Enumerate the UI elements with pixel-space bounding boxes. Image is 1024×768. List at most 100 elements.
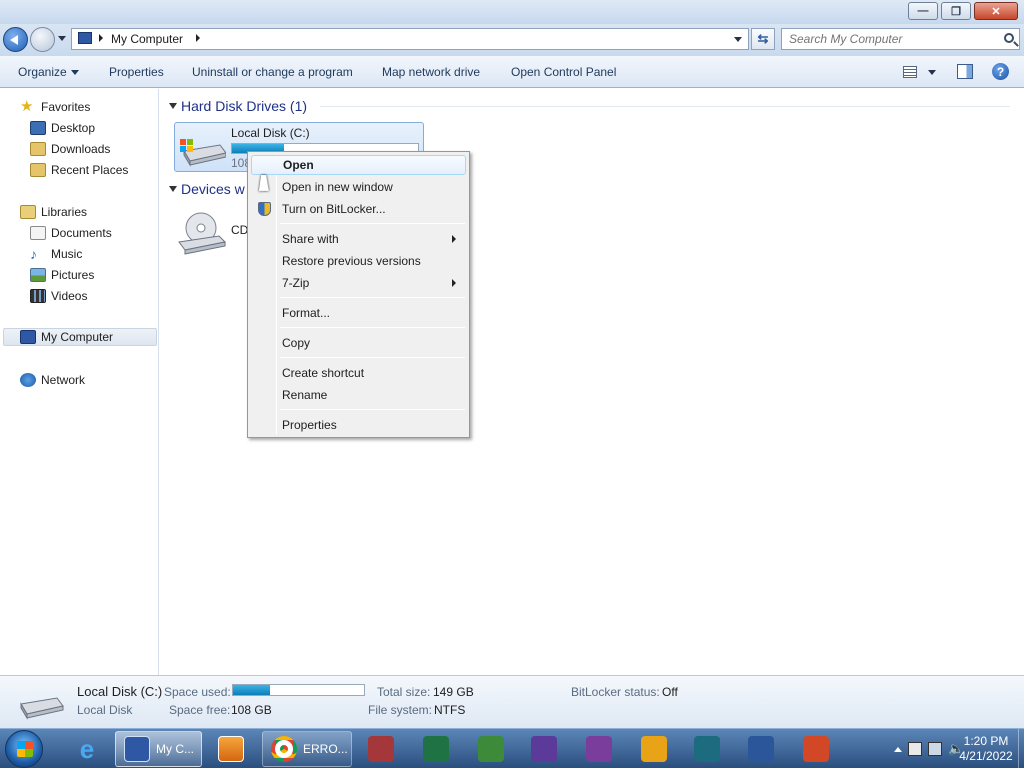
- sidebar-item-videos[interactable]: Videos: [30, 287, 87, 305]
- sidebar-item-my-computer[interactable]: My Computer: [3, 328, 157, 346]
- details-subtitle: Local Disk: [77, 703, 133, 717]
- word-icon: [748, 736, 774, 762]
- sidebar-item-network[interactable]: Network: [20, 371, 85, 389]
- show-desktop-button[interactable]: [1018, 729, 1024, 768]
- menu-item-restore-versions[interactable]: Restore previous versions: [251, 251, 466, 271]
- help-icon[interactable]: ?: [992, 63, 1009, 80]
- uninstall-program-button[interactable]: Uninstall or change a program: [192, 65, 353, 79]
- taskbar: e My C... ERRO... 🔈 1:20 PM 4/21/2022: [0, 728, 1024, 768]
- sharepoint-workspace-icon: [478, 736, 504, 762]
- sidebar-item-pictures[interactable]: Pictures: [30, 266, 94, 284]
- properties-button[interactable]: Properties: [109, 65, 164, 79]
- refresh-button[interactable]: ⇆: [751, 28, 775, 50]
- menu-item-bitlocker[interactable]: Turn on BitLocker...: [251, 199, 466, 219]
- menu-item-open-new-window[interactable]: Open in new window: [251, 177, 466, 197]
- sidebar-item-music[interactable]: ♪ Music: [30, 245, 82, 263]
- computer-icon: [78, 32, 92, 44]
- clock-date: 4/21/2022: [959, 749, 1013, 763]
- show-hidden-icons-icon[interactable]: [894, 746, 902, 752]
- menu-item-format[interactable]: Format...: [251, 303, 466, 323]
- sidebar-item-recent-places[interactable]: Recent Places: [30, 161, 128, 179]
- infopath-icon: [531, 736, 557, 762]
- start-button[interactable]: [5, 730, 43, 768]
- sidebar-item-documents[interactable]: Documents: [30, 224, 112, 242]
- file-system-value: NTFS: [434, 703, 466, 717]
- close-button[interactable]: ✕: [974, 2, 1018, 20]
- search-box[interactable]: [781, 28, 1020, 50]
- menu-item-7zip[interactable]: 7-Zip: [251, 273, 466, 293]
- change-view-icon[interactable]: [903, 66, 917, 78]
- taskbar-explorer-window[interactable]: My C...: [115, 731, 202, 767]
- space-used-bar: [232, 684, 365, 696]
- taskbar-onenote[interactable]: [578, 731, 618, 767]
- total-size-value: 149 GB: [433, 685, 474, 699]
- details-title: Local Disk (C:): [77, 684, 163, 699]
- star-icon: ★: [20, 98, 34, 115]
- hard-disk-drives-header[interactable]: Hard Disk Drives (1): [181, 98, 307, 114]
- cd-drive-label[interactable]: CD: [231, 223, 248, 237]
- search-icon[interactable]: [1004, 33, 1014, 43]
- collapse-group-icon[interactable]: [169, 186, 177, 192]
- menu-item-rename[interactable]: Rename: [251, 385, 466, 405]
- minimize-button[interactable]: —: [908, 2, 938, 20]
- taskbar-publisher[interactable]: [686, 731, 726, 767]
- view-options-dropdown-icon[interactable]: [928, 70, 936, 75]
- taskbar-excel[interactable]: [415, 731, 455, 767]
- address-dropdown-icon[interactable]: [734, 37, 742, 42]
- taskbar-outlook[interactable]: [633, 731, 673, 767]
- devices-header[interactable]: Devices w: [181, 181, 245, 197]
- organize-button[interactable]: Organize: [18, 65, 79, 79]
- recent-pages-dropdown[interactable]: [58, 36, 66, 41]
- taskbar-sharepoint[interactable]: [470, 731, 510, 767]
- title-bar: — ❐ ✕: [0, 0, 1024, 24]
- refresh-icon: ⇆: [757, 31, 769, 46]
- back-button[interactable]: [3, 27, 28, 52]
- taskbar-infopath[interactable]: [523, 731, 563, 767]
- sidebar-item-libraries[interactable]: Libraries: [20, 203, 87, 221]
- space-free-label: Space free:: [169, 703, 231, 717]
- computer-icon: [20, 330, 36, 344]
- menu-separator: [280, 327, 465, 328]
- menu-item-properties[interactable]: Properties: [251, 415, 466, 435]
- sidebar-item-favorites[interactable]: ★ Favorites: [20, 98, 90, 116]
- sidebar-item-downloads[interactable]: Downloads: [30, 140, 110, 158]
- network-status-icon[interactable]: [928, 742, 942, 756]
- taskbar-powerpoint[interactable]: [795, 731, 835, 767]
- menu-item-copy[interactable]: Copy: [251, 333, 466, 353]
- cd-drive-icon[interactable]: [177, 210, 227, 256]
- drive-name: Local Disk (C:): [231, 126, 310, 140]
- menu-separator: [280, 297, 465, 298]
- network-icon: [20, 373, 36, 387]
- space-used-label: Space used:: [164, 685, 231, 699]
- clock[interactable]: 1:20 PM 4/21/2022: [956, 734, 1016, 764]
- computer-icon: [124, 736, 150, 762]
- menu-item-share-with[interactable]: Share with: [251, 229, 466, 249]
- taskbar-access[interactable]: [360, 731, 400, 767]
- menu-item-open[interactable]: Open: [251, 155, 466, 175]
- preview-pane-icon[interactable]: [957, 64, 973, 79]
- collapse-group-icon[interactable]: [169, 103, 177, 109]
- shield-icon: [258, 202, 271, 216]
- sidebar-item-desktop[interactable]: Desktop: [30, 119, 95, 137]
- maximize-button[interactable]: ❐: [941, 2, 971, 20]
- open-control-panel-button[interactable]: Open Control Panel: [511, 65, 616, 79]
- forward-button[interactable]: [30, 27, 55, 52]
- desktop-icon: [30, 121, 46, 135]
- taskbar-word[interactable]: [740, 731, 780, 767]
- map-network-drive-button[interactable]: Map network drive: [382, 65, 480, 79]
- action-center-flag-icon[interactable]: [908, 742, 922, 756]
- address-bar[interactable]: My Computer: [71, 28, 749, 50]
- taskbar-chrome[interactable]: ERRO...: [262, 731, 352, 767]
- search-input[interactable]: [782, 29, 992, 49]
- breadcrumb-chevron-icon[interactable]: [99, 34, 103, 42]
- breadcrumb-my-computer[interactable]: My Computer: [111, 32, 183, 46]
- breadcrumb-chevron-icon[interactable]: [196, 34, 200, 42]
- menu-separator: [280, 357, 465, 358]
- menu-item-create-shortcut[interactable]: Create shortcut: [251, 363, 466, 383]
- hard-drive-icon: [180, 139, 226, 167]
- outlook-icon: [641, 736, 667, 762]
- taskbar-internet-explorer[interactable]: e: [66, 731, 106, 767]
- submenu-arrow-icon: [452, 235, 456, 243]
- taskbar-media-player[interactable]: [210, 731, 250, 767]
- excel-icon: [423, 736, 449, 762]
